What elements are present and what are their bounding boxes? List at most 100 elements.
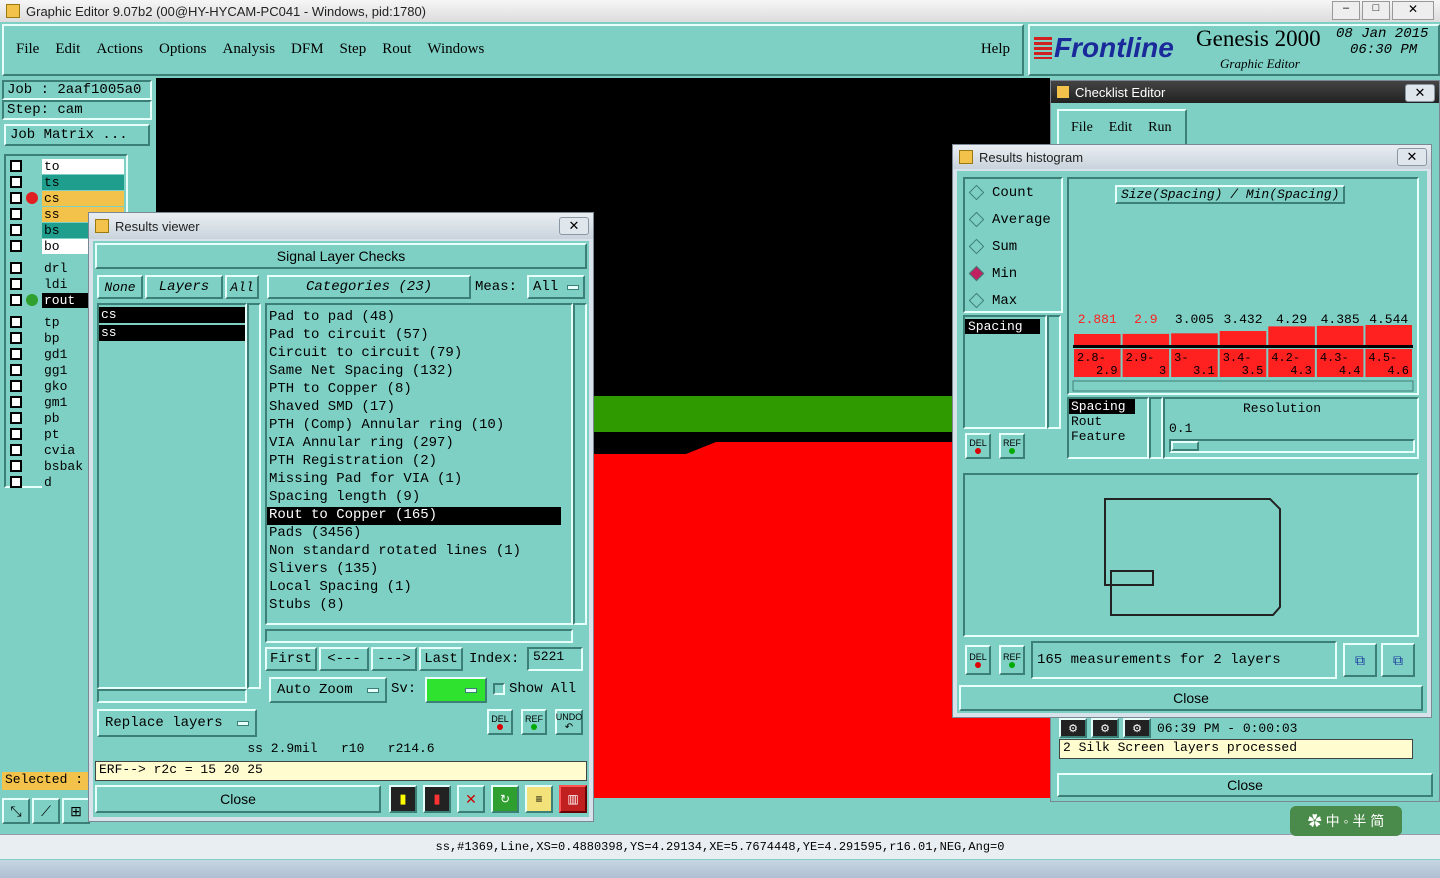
layer-checkbox[interactable] <box>10 348 22 360</box>
layer-checkbox[interactable] <box>10 316 22 328</box>
category-item[interactable]: Rout to Copper (165) <box>267 507 561 525</box>
viewer-close-icon[interactable]: ✕ <box>559 217 589 235</box>
close-window-button[interactable]: ✕ <box>1392 1 1434 20</box>
viewer-layer-item[interactable]: ss <box>99 325 245 341</box>
histogram-list-item[interactable]: Spacing <box>965 319 1040 334</box>
mode-min-radio[interactable]: Min <box>965 260 1061 287</box>
all-button[interactable]: All <box>225 275 259 299</box>
viewer-layer-item[interactable]: cs <box>99 307 245 323</box>
prev-button[interactable]: <--- <box>319 647 369 671</box>
layer-checkbox[interactable] <box>10 176 22 188</box>
histogram-bar[interactable] <box>1219 331 1267 345</box>
layer-checkbox[interactable] <box>10 364 22 376</box>
chart-hscroll[interactable] <box>1072 380 1414 392</box>
list-scrollbar[interactable] <box>1047 315 1061 429</box>
layer-checkbox[interactable] <box>10 476 22 488</box>
layer-checkbox[interactable] <box>10 380 22 392</box>
maximize-button[interactable]: □ <box>1362 1 1390 20</box>
hist-ref-button[interactable]: REF <box>999 433 1025 459</box>
layer-row-to[interactable]: to <box>6 158 126 174</box>
histogram-bar[interactable] <box>1365 325 1412 345</box>
delete-marker-icon[interactable]: ✕ <box>457 785 485 813</box>
category-item[interactable]: Pad to pad (48) <box>267 309 571 327</box>
category-item[interactable]: Shaved SMD (17) <box>267 399 571 417</box>
run-stop-icon[interactable]: ⚙ <box>1123 718 1151 738</box>
category-hscroll[interactable] <box>265 629 573 643</box>
layers-button[interactable]: Layers <box>145 275 223 299</box>
layer-checkbox[interactable] <box>10 294 22 306</box>
category-item[interactable]: Missing Pad for VIA (1) <box>267 471 571 489</box>
auto-zoom-dropdown[interactable]: Auto Zoom <box>269 677 387 703</box>
category-item[interactable]: Local Spacing (1) <box>267 579 571 597</box>
run-icon[interactable]: ⚙ <box>1059 718 1087 738</box>
histogram-bar[interactable] <box>1122 333 1170 345</box>
histogram-bar[interactable] <box>1074 334 1121 345</box>
report-icon[interactable]: ≡ <box>525 785 553 813</box>
zoom-fit-icon[interactable]: ⧉ <box>1343 643 1377 677</box>
viewer-del-button[interactable]: DEL <box>487 709 513 735</box>
chart-red-icon[interactable]: ▮ <box>423 785 451 813</box>
menu-actions[interactable]: Actions <box>96 41 143 58</box>
category-item[interactable]: Slivers (135) <box>267 561 571 579</box>
category-item[interactable]: PTH to Copper (8) <box>267 381 571 399</box>
histogram-plot[interactable]: 2.8812.8-2.92.92.9-33.0053-3.13.4323.4-3… <box>1069 179 1417 393</box>
layer-checkbox[interactable] <box>10 412 22 424</box>
checklist-menu-edit[interactable]: Edit <box>1109 120 1132 136</box>
layer-checkbox[interactable] <box>10 332 22 344</box>
index-input[interactable]: 5221 <box>527 647 583 671</box>
meas-dropdown[interactable]: All <box>527 275 585 299</box>
menu-dfm[interactable]: DFM <box>291 41 324 58</box>
mode-average-radio[interactable]: Average <box>965 206 1061 233</box>
category-item[interactable]: Pad to circuit (57) <box>267 327 571 345</box>
viewer-ref-button[interactable]: REF <box>521 709 547 735</box>
category-item[interactable]: VIA Annular ring (297) <box>267 435 571 453</box>
minimize-button[interactable]: – <box>1332 1 1360 20</box>
help-menu[interactable]: Help <box>981 41 1010 58</box>
job-matrix-button[interactable]: Job Matrix ... <box>4 124 150 146</box>
green-action-icon[interactable]: ↻ <box>491 785 519 813</box>
menu-rout[interactable]: Rout <box>382 41 411 58</box>
layer-checkbox[interactable] <box>10 460 22 472</box>
layer-checkbox[interactable] <box>10 444 22 456</box>
layer-checkbox[interactable] <box>10 262 22 274</box>
highlight-icon[interactable]: ▮ <box>389 785 417 813</box>
replace-layers-dropdown[interactable]: Replace layers <box>97 709 257 737</box>
sv-color-dropdown[interactable] <box>425 677 487 703</box>
type-scrollbar[interactable] <box>1149 397 1163 459</box>
histogram-bar[interactable] <box>1171 333 1218 345</box>
next-button[interactable]: ---> <box>371 647 417 671</box>
category-vscroll[interactable] <box>573 303 587 625</box>
grid-tool-button[interactable]: ⊞ <box>62 798 90 824</box>
viewer-close-button[interactable]: Close <box>95 785 381 813</box>
category-item[interactable]: Same Net Spacing (132) <box>267 363 571 381</box>
category-item[interactable]: Circuit to circuit (79) <box>267 345 571 363</box>
category-item[interactable]: Pads (3456) <box>267 525 571 543</box>
checklist-menu-run[interactable]: Run <box>1148 120 1171 136</box>
histogram-icon[interactable]: ▥ <box>559 785 587 813</box>
layer-checkbox[interactable] <box>10 428 22 440</box>
histogram-close-button[interactable]: Close <box>959 685 1423 711</box>
layer-checkbox[interactable] <box>10 224 22 236</box>
layer-row-cs[interactable]: cs <box>6 190 126 206</box>
category-item[interactable]: Stubs (8) <box>267 597 571 615</box>
type-rout[interactable]: Rout <box>1069 414 1147 429</box>
viewer-undo-button[interactable]: UNDO ↶ <box>555 709 583 735</box>
layer-checkbox[interactable] <box>10 208 22 220</box>
show-all-checkbox[interactable] <box>493 683 505 695</box>
menu-file[interactable]: File <box>16 41 39 58</box>
viewer-layer-vscroll[interactable] <box>247 303 261 689</box>
viewer-layer-hscroll[interactable] <box>97 689 247 703</box>
mode-count-radio[interactable]: Count <box>965 179 1061 206</box>
layer-row-ts[interactable]: ts <box>6 174 126 190</box>
menu-step[interactable]: Step <box>340 41 367 58</box>
first-button[interactable]: First <box>265 647 317 671</box>
checklist-close-icon[interactable]: ✕ <box>1405 84 1435 102</box>
ime-badge[interactable]: ✿ 中 ◦ 半 简 <box>1290 806 1402 836</box>
menu-options[interactable]: Options <box>159 41 207 58</box>
zoom-all-icon[interactable]: ⧉ <box>1381 643 1415 677</box>
mode-sum-radio[interactable]: Sum <box>965 233 1061 260</box>
zoom-tool-button[interactable]: ⤡ <box>2 798 30 824</box>
measure-tool-button[interactable]: ⟋ <box>32 798 60 824</box>
checklist-close-button[interactable]: Close <box>1057 773 1433 797</box>
checklist-menu-file[interactable]: File <box>1071 120 1093 136</box>
